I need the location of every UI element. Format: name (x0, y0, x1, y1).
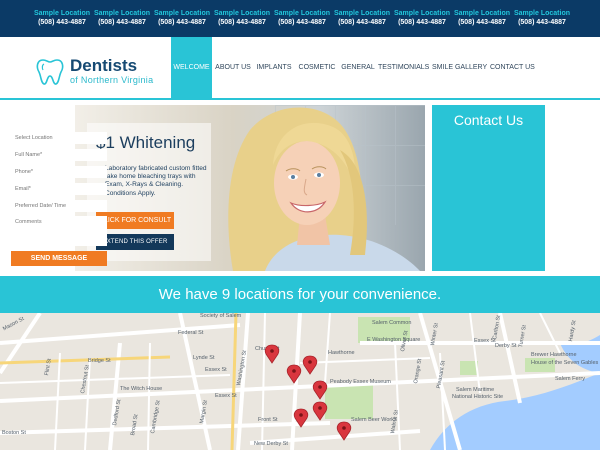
map-label: E Washington Square (367, 337, 421, 343)
location-phone[interactable]: (508) 443-4887 (334, 18, 390, 27)
map-label: Salem Beer Works (351, 417, 397, 423)
location-name: Sample Location (514, 10, 571, 17)
location-phone[interactable]: (508) 443-4887 (214, 18, 270, 27)
location-item[interactable]: Sample Location (508) 443-4887 (94, 9, 150, 27)
extend-offer-button[interactable]: EXTEND THIS OFFER (96, 234, 174, 250)
map-canvas (0, 313, 600, 450)
map-label: New Derby St (254, 441, 288, 447)
location-name: Sample Location (454, 10, 511, 17)
map-label: House of the Seven Gables (531, 360, 599, 366)
location-name: Sample Location (34, 10, 91, 17)
select-location-field[interactable] (11, 132, 107, 144)
location-item[interactable]: Sample Location (508) 443-4887 (334, 9, 390, 27)
contact-title: Contact Us (453, 112, 524, 128)
nav-cosmetic[interactable]: COSMETIC (296, 37, 338, 99)
map-label: Brewer Hawthorne (531, 352, 577, 358)
location-item[interactable]: Sample Location (508) 443-4887 (394, 9, 450, 27)
map-label: Bridge St (88, 358, 111, 364)
location-item[interactable]: Sample Location (508) 443-4887 (34, 9, 90, 27)
location-name: Sample Location (154, 10, 211, 17)
email-field[interactable] (11, 183, 107, 195)
map-label: Front St (258, 417, 278, 423)
map-label: Boston St (2, 430, 26, 436)
location-item[interactable]: Sample Location (508) 443-4887 (514, 9, 570, 27)
map-label: Hawthorne (328, 350, 355, 356)
nav-about-us[interactable]: ABOUT US (214, 37, 252, 99)
location-name: Sample Location (394, 10, 451, 17)
location-item[interactable]: Sample Location (508) 443-4887 (154, 9, 210, 27)
full-name-field[interactable] (11, 149, 107, 161)
send-message-button[interactable]: SEND MESSAGE (11, 251, 107, 266)
location-item[interactable]: Sample Location (508) 443-4887 (214, 9, 270, 27)
location-phone[interactable]: (508) 443-4887 (454, 18, 510, 27)
locations-banner-text: We have 9 locations for your convenience… (158, 286, 442, 303)
promo-description: Laboratory fabricated custom fitted take… (105, 165, 207, 197)
locations-bar: Sample Location (508) 443-4887 Sample Lo… (0, 0, 600, 37)
nav-welcome[interactable]: WELCOME (171, 37, 212, 99)
map-label: Church St (255, 346, 280, 352)
location-phone[interactable]: (508) 443-4887 (154, 18, 210, 27)
location-phone[interactable]: (508) 443-4887 (394, 18, 450, 27)
header-divider (0, 98, 600, 100)
tooth-icon (36, 59, 64, 85)
map-label: Federal St (178, 330, 204, 336)
logo-subtitle: of Northern Virginia (70, 75, 154, 85)
location-name: Sample Location (274, 10, 331, 17)
map-label: National Historic Site (452, 394, 504, 400)
location-item[interactable]: Sample Location (508) 443-4887 (274, 9, 330, 27)
map-label: Society of Salem (200, 313, 242, 319)
map-label: Salem Common (372, 320, 412, 326)
location-phone[interactable]: (508) 443-4887 (514, 18, 570, 27)
preferred-date-time-field[interactable] (11, 200, 107, 212)
promo-title: $1 Whitening (96, 133, 196, 152)
map-label: Salem Ferry (555, 376, 585, 382)
location-name: Sample Location (334, 10, 391, 17)
nav-general[interactable]: GENERAL (340, 37, 376, 99)
comments-field[interactable]: Comments (11, 216, 107, 246)
phone-field[interactable] (11, 166, 107, 178)
nav-contact-us[interactable]: CONTACT US (490, 37, 535, 99)
nav-implants[interactable]: IMPLANTS (254, 37, 294, 99)
nav-testimonials[interactable]: TESTIMONIALS (378, 37, 429, 99)
map-label: Derby St (495, 343, 517, 349)
map-label: Essex St (205, 367, 227, 373)
location-phone[interactable]: (508) 443-4887 (34, 18, 90, 27)
location-phone[interactable]: (508) 443-4887 (94, 18, 150, 27)
map-label: Salem Maritime (456, 387, 495, 393)
hero-banner: $1 Whitening ✔ Laboratory fabricated cus… (75, 105, 425, 271)
location-phone[interactable]: (508) 443-4887 (274, 18, 330, 27)
location-item[interactable]: Sample Location (508) 443-4887 (454, 9, 510, 27)
location-name: Sample Location (94, 10, 151, 17)
map-label: The Witch House (120, 386, 163, 392)
click-for-consult-button[interactable]: CLICK FOR CONSULT (96, 212, 174, 229)
location-name: Sample Location (214, 10, 271, 17)
site-logo[interactable]: Dentists of Northern Virginia (34, 55, 194, 89)
map-label: Peabody Essex Museum (330, 379, 391, 385)
contact-form: Contact Us (432, 105, 545, 271)
map-label: Lynde St (193, 355, 215, 361)
nav-smile-gallery[interactable]: SMILE GALLERY (432, 37, 487, 99)
map-label: Essex St (215, 393, 237, 399)
locations-banner: We have 9 locations for your convenience… (0, 276, 600, 313)
locations-map[interactable]: Mason St Society of Salem Federal St Sal… (0, 313, 600, 450)
logo-title: Dentists (70, 56, 138, 75)
